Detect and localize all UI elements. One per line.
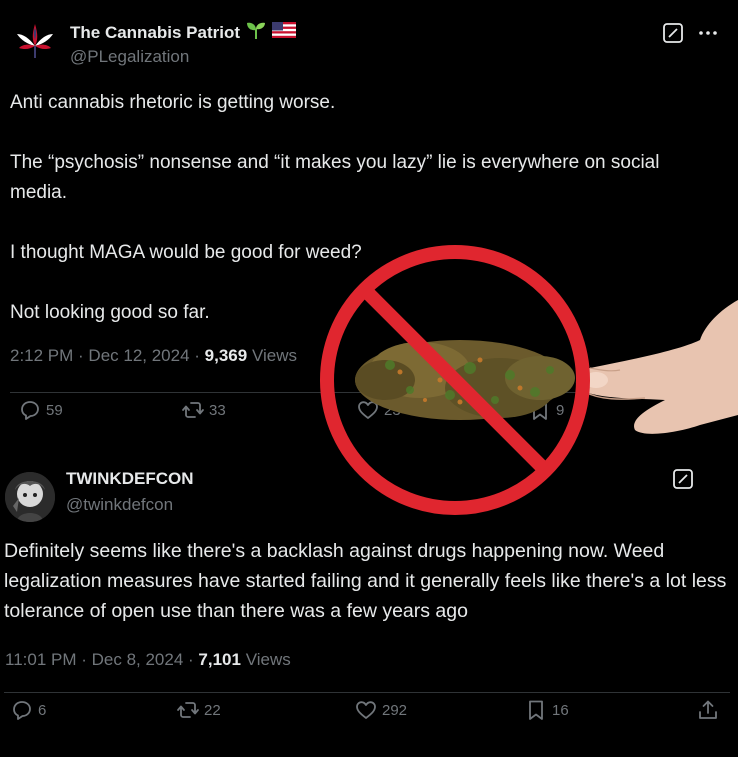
reply-icon	[13, 701, 31, 720]
us-flag-icon	[272, 22, 297, 43]
grok-icon[interactable]	[662, 22, 684, 44]
views-label: Views	[251, 346, 297, 365]
bookmark-icon	[533, 400, 547, 420]
grok-icon[interactable]	[672, 468, 694, 490]
repost-icon	[182, 402, 204, 418]
seedling-icon	[246, 20, 266, 45]
bookmark-button[interactable]: 16	[524, 698, 569, 722]
like-count: 292	[382, 701, 408, 719]
author-handle[interactable]: @twinkdefcon	[66, 495, 173, 515]
reply-button[interactable]: 6	[10, 698, 46, 722]
repost-button[interactable]: 22	[176, 698, 221, 722]
more-options-icon[interactable]	[698, 30, 718, 36]
avatar-cannabis-leaf-flag[interactable]	[12, 18, 58, 64]
repost-icon	[177, 702, 199, 718]
author-row[interactable]: TWINKDEFCON	[66, 469, 193, 489]
share-icon	[699, 700, 717, 719]
display-name[interactable]: TWINKDEFCON	[66, 469, 193, 489]
bookmark-icon	[529, 700, 543, 720]
views-count: 7,101	[198, 650, 241, 669]
views-count: 9,369	[204, 346, 248, 365]
heart-icon	[356, 701, 376, 719]
post-meta: 2:12 PM · Dec 12, 2024 · 9,369 Views	[10, 346, 297, 366]
post-text: Anti cannabis rhetoric is getting worse.…	[10, 92, 660, 323]
author-row[interactable]: The Cannabis Patriot	[70, 20, 297, 45]
views-label: Views	[245, 650, 291, 669]
bookmark-count: 16	[552, 701, 569, 719]
divider	[10, 392, 730, 393]
post-top-actions	[662, 22, 718, 44]
reply-count: 6	[38, 701, 47, 719]
like-button[interactable]: 23	[356, 398, 401, 422]
like-count: 23	[384, 401, 401, 419]
post-timestamp[interactable]: 2:12 PM · Dec 12, 2024 ·	[10, 346, 200, 365]
post-top-actions	[672, 468, 694, 490]
divider	[4, 692, 730, 693]
post-text: Definitely seems like there's a backlash…	[4, 540, 732, 622]
heart-icon	[358, 401, 378, 419]
reply-count: 59	[46, 401, 63, 419]
bookmark-count: 9	[556, 401, 565, 419]
author-handle[interactable]: @PLegalization	[70, 47, 189, 67]
reply-icon	[21, 401, 39, 420]
avatar-anime-character[interactable]	[5, 472, 55, 522]
share-button[interactable]	[696, 698, 720, 722]
repost-count: 22	[204, 701, 221, 719]
reply-button[interactable]: 59	[18, 398, 63, 422]
display-name[interactable]: The Cannabis Patriot	[70, 23, 240, 43]
quoted-post-cannabis-patriot[interactable]: The Cannabis Patriot @PLegalization Anti…	[0, 0, 738, 447]
repost-count: 33	[209, 401, 226, 419]
bookmark-button[interactable]: 9	[528, 398, 564, 422]
like-button[interactable]: 292	[354, 698, 407, 722]
post-timestamp[interactable]: 11:01 PM · Dec 8, 2024 ·	[5, 650, 194, 669]
quoted-post-twinkdefcon[interactable]: TWINKDEFCON @twinkdefcon Definitely seem…	[0, 452, 738, 757]
post-meta: 11:01 PM · Dec 8, 2024 · 7,101 Views	[5, 650, 291, 670]
repost-button[interactable]: 33	[181, 398, 226, 422]
